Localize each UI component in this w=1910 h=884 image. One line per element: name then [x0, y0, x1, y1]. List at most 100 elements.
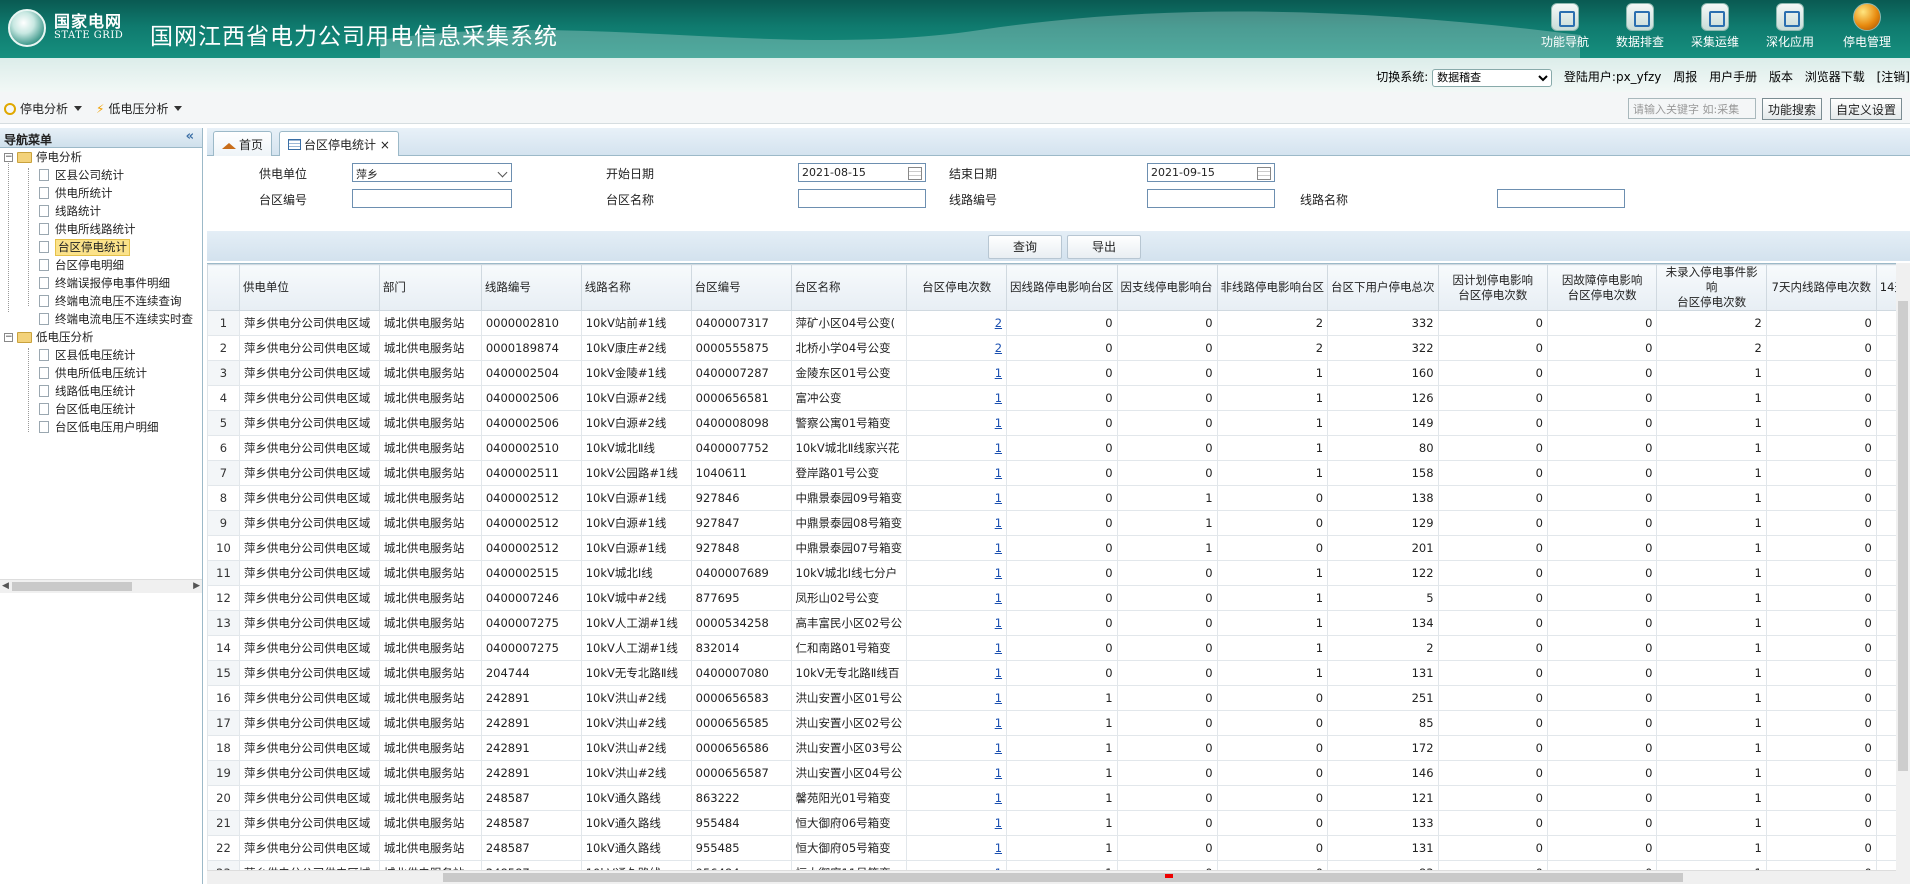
nav-horizontal-scrollbar[interactable]: ◀ ▶ [0, 579, 202, 593]
outage-count-link[interactable]: 1 [906, 660, 1008, 686]
top-nav-data-check[interactable]: 数据排查 [1605, 3, 1675, 50]
link-text[interactable]: 2 [995, 341, 1002, 355]
link-text[interactable]: 1 [995, 441, 1002, 455]
column-header[interactable]: 线路编号 [480, 264, 582, 311]
table-row[interactable]: 7 萍乡供电分公司供电区域 城北供电服务站 0400002511 10kV公园路#1线 1… [207, 460, 1910, 486]
query-button[interactable]: 查询 [988, 235, 1062, 259]
outage-count-link[interactable]: 1 [906, 610, 1008, 636]
outage-count-link[interactable]: 1 [906, 835, 1008, 861]
column-header[interactable]: 台区停电次数 [906, 264, 1008, 311]
outage-count-link[interactable]: 1 [906, 560, 1008, 586]
nav-item-station-lv[interactable]: 供电所低电压统计 [0, 364, 202, 382]
outage-count-link[interactable]: 1 [906, 785, 1008, 811]
nav-item-area-lv-user[interactable]: 台区低电压用户明细 [0, 418, 202, 436]
link-text[interactable]: 1 [995, 516, 1002, 530]
user-manual-link[interactable]: 用户手册 [1709, 70, 1757, 84]
outage-count-link[interactable]: 2 [906, 335, 1008, 361]
outage-count-link[interactable]: 1 [906, 385, 1008, 411]
table-row[interactable]: 18 萍乡供电分公司供电区域 城北供电服务站 242891 10kV洪山#2线 00006… [207, 735, 1910, 761]
nav-item-line-lv[interactable]: 线路低电压统计 [0, 382, 202, 400]
nav-item-area-lv[interactable]: 台区低电压统计 [0, 400, 202, 418]
scroll-thumb[interactable] [12, 582, 132, 591]
column-header[interactable]: 未录入停电事件影响 台区停电次数 [1656, 264, 1767, 311]
table-row[interactable]: 13 萍乡供电分公司供电区域 城北供电服务站 0400007275 10kV人工湖#1线… [207, 610, 1910, 636]
outage-count-link[interactable]: 1 [906, 710, 1008, 736]
grid-horizontal-scrollbar[interactable] [207, 870, 1896, 884]
version-link[interactable]: 版本 [1769, 70, 1793, 84]
table-row[interactable]: 16 萍乡供电分公司供电区域 城北供电服务站 242891 10kV洪山#2线 00006… [207, 685, 1910, 711]
supply-unit-select[interactable]: 萍乡 [352, 163, 512, 182]
link-text[interactable]: 1 [995, 466, 1002, 480]
nav-item-county-lv[interactable]: 区县低电压统计 [0, 346, 202, 364]
collapse-icon[interactable]: « [186, 129, 194, 144]
weekly-report-link[interactable]: 周报 [1673, 70, 1697, 84]
link-text[interactable]: 1 [995, 791, 1002, 805]
outage-count-link[interactable]: 1 [906, 410, 1008, 436]
top-nav-deep-app[interactable]: 深化应用 [1755, 3, 1825, 50]
table-row[interactable]: 2 萍乡供电分公司供电区域 城北供电服务站 0000189874 10kV康庄#2线 00… [207, 335, 1910, 361]
nav-item-discontinuity-realtime[interactable]: 终端电流电压不连续实时查 [0, 310, 202, 328]
table-row[interactable]: 9 萍乡供电分公司供电区域 城北供电服务站 0400002512 10kV白源#1线 92… [207, 510, 1910, 536]
link-text[interactable]: 1 [995, 691, 1002, 705]
table-row[interactable]: 1 萍乡供电分公司供电区域 城北供电服务站 0000002810 10kV站前#1线 04… [207, 310, 1910, 336]
outage-count-link[interactable]: 1 [906, 460, 1008, 486]
browser-download-link[interactable]: 浏览器下载 [1805, 70, 1865, 84]
link-text[interactable]: 1 [995, 541, 1002, 555]
switch-system-select[interactable]: 数据稽查 [1432, 68, 1553, 87]
table-row[interactable]: 14 萍乡供电分公司供电区域 城北供电服务站 0400007275 10kV人工湖#1线… [207, 635, 1910, 661]
link-text[interactable]: 1 [995, 616, 1002, 630]
outage-count-link[interactable]: 1 [906, 435, 1008, 461]
outage-count-link[interactable]: 1 [906, 735, 1008, 761]
table-row[interactable]: 3 萍乡供电分公司供电区域 城北供电服务站 0400002504 10kV金陵#1线 04… [207, 360, 1910, 386]
outage-count-link[interactable]: 1 [906, 510, 1008, 536]
link-text[interactable]: 1 [995, 491, 1002, 505]
outage-count-link[interactable]: 1 [906, 585, 1008, 611]
table-row[interactable]: 11 萍乡供电分公司供电区域 城北供电服务站 0400002515 10kV城北Ⅰ线 04… [207, 560, 1910, 586]
outage-count-link[interactable]: 1 [906, 535, 1008, 561]
link-text[interactable]: 1 [995, 391, 1002, 405]
table-row[interactable]: 19 萍乡供电分公司供电区域 城北供电服务站 242891 10kV洪山#2线 00006… [207, 760, 1910, 786]
nav-item-area-outage-detail[interactable]: 台区停电明细 [0, 256, 202, 274]
table-row[interactable]: 8 萍乡供电分公司供电区域 城北供电服务站 0400002512 10kV白源#1线 92… [207, 485, 1910, 511]
link-text[interactable]: 1 [995, 566, 1002, 580]
column-header[interactable]: 非线路停电影响台区 [1216, 264, 1329, 311]
link-text[interactable]: 2 [995, 316, 1002, 330]
scroll-thumb[interactable] [443, 873, 1683, 882]
function-search-input[interactable]: 请输入关键字 如:采集 [1628, 98, 1756, 119]
area-name-input[interactable] [798, 189, 926, 208]
nav-item-station-stats[interactable]: 供电所统计 [0, 184, 202, 202]
top-nav-outage-mgmt[interactable]: 停电管理 [1832, 3, 1902, 50]
column-header[interactable]: 因线路停电影响台区 [1006, 264, 1118, 311]
top-nav-function-guide[interactable]: 功能导航 [1530, 3, 1600, 50]
column-header[interactable]: 供电单位 [238, 264, 380, 311]
nav-item-station-line-stats[interactable]: 供电所线路统计 [0, 220, 202, 238]
link-text[interactable]: 1 [995, 716, 1002, 730]
column-header[interactable]: 因计划停电影响 台区停电次数 [1437, 264, 1548, 311]
scroll-right-icon[interactable]: ▶ [193, 581, 200, 591]
column-header[interactable]: 台区编号 [690, 264, 792, 311]
scroll-thumb[interactable] [1898, 301, 1908, 771]
outage-count-link[interactable]: 2 [906, 310, 1008, 336]
link-text[interactable]: 1 [995, 641, 1002, 655]
outage-count-link[interactable]: 1 [906, 485, 1008, 511]
outage-count-link[interactable]: 1 [906, 685, 1008, 711]
nav-group-outage[interactable]: − 停电分析 [0, 148, 202, 166]
nav-item-county-stats[interactable]: 区县公司统计 [0, 166, 202, 184]
link-text[interactable]: 1 [995, 841, 1002, 855]
line-no-input[interactable] [1147, 189, 1275, 208]
column-header[interactable]: 因支线停电影响台 [1116, 264, 1218, 311]
tab-area-outage-stats[interactable]: 台区停电统计 × [279, 131, 399, 157]
export-button[interactable]: 导出 [1067, 235, 1141, 259]
tab-home[interactable]: 首页 [213, 131, 273, 156]
table-row[interactable]: 12 萍乡供电分公司供电区域 城北供电服务站 0400007246 10kV城中#2线 8… [207, 585, 1910, 611]
close-icon[interactable]: × [380, 138, 390, 152]
nav-item-false-report[interactable]: 终端误报停电事件明细 [0, 274, 202, 292]
link-text[interactable]: 1 [995, 666, 1002, 680]
scroll-left-icon[interactable]: ◀ [2, 581, 9, 591]
logout-link[interactable]: [注销] [1877, 70, 1910, 84]
menu-outage-analysis[interactable]: 停电分析 [4, 100, 83, 117]
start-date-input[interactable]: 2021-08-15 [798, 163, 926, 182]
nav-item-area-outage-stats[interactable]: 台区停电统计 [0, 238, 202, 256]
table-row[interactable]: 5 萍乡供电分公司供电区域 城北供电服务站 0400002506 10kV白源#2线 04… [207, 410, 1910, 436]
column-header[interactable]: 因故障停电影响 台区停电次数 [1546, 264, 1658, 311]
